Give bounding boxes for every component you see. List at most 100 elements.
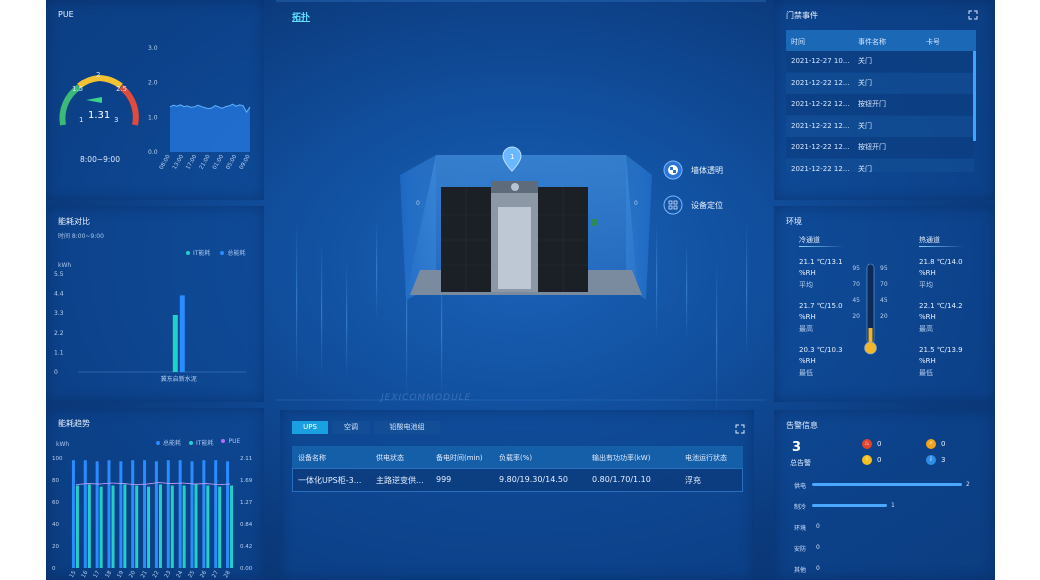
light-ray [656, 220, 658, 340]
y-tick: 1.1 [54, 349, 64, 356]
pue-gauge: 1.5 2 2.5 1 3 1.31 [59, 71, 139, 126]
thermometer: 95 95 70 70 45 45 20 20 [852, 263, 888, 355]
cell-time: 2021-12-22 12... [791, 164, 850, 173]
table-row[interactable]: 2021-12-22 12... 关门 [786, 158, 974, 173]
reading-label: 最低 [919, 369, 933, 377]
fan-icon [511, 183, 519, 191]
x-tick: 冀东启新水泥 [161, 375, 197, 383]
alarm-level-count: 0 [877, 456, 882, 464]
energy-trend-unit: kWh [56, 441, 70, 448]
pue-time-range: 8:00~9:00 [80, 155, 120, 164]
cell-event: 关门 [858, 57, 872, 65]
x-tick: 13:00 [172, 154, 185, 171]
legend-pue: PUE [221, 438, 240, 447]
env-reading: 21.5 ℃/13.9 %RH 最低 [919, 346, 989, 382]
tab-ups[interactable]: UPS [292, 421, 328, 434]
y-tick: 5.5 [54, 271, 64, 278]
alarm-category-label: 其他 [794, 567, 807, 574]
reading-unit: %RH [919, 357, 936, 365]
wall-mark-right: 0 [634, 200, 638, 207]
column-header: 负载率(%) [499, 454, 533, 462]
expand-icon[interactable] [735, 424, 745, 434]
alarm-category-label: 制冷 [794, 504, 807, 511]
location-pin-icon[interactable]: 1 [500, 145, 524, 173]
bar-total [178, 460, 182, 568]
y-tick-right: 1.27 [240, 500, 253, 506]
energy-trend-panel: 能耗趋势 总能耗 IT能耗 PUE kWh 0 20 40 60 80 100 0.00 0.… [46, 408, 264, 580]
bar-it [75, 485, 79, 568]
x-tick: 01:00 [212, 154, 225, 171]
table-row[interactable]: 2021-12-22 12... 关门 [786, 72, 974, 94]
col-time: 时间 [791, 38, 805, 46]
y-tick-left: 40 [52, 522, 59, 528]
light-ray [716, 260, 718, 420]
column-header: 设备名称 [298, 454, 326, 462]
light-ray [321, 240, 323, 380]
reading-label: 最高 [799, 325, 813, 333]
reading-value: 22.1 ℃/14.2 [919, 302, 963, 310]
thermo-tick: 45 [880, 297, 888, 304]
x-tick: 26 [199, 570, 208, 579]
energy-compare-time: 时间 8:00~9:00 [58, 233, 104, 240]
topology-title[interactable]: 拓扑 [292, 10, 310, 23]
expand-icon[interactable] [968, 10, 978, 20]
bolt-icon: ⚡ [926, 439, 936, 449]
tab-aircon[interactable]: 空调 [332, 421, 370, 434]
pue-title: PUE [58, 10, 74, 19]
alarm-category-count: 1 [891, 502, 895, 509]
energy-compare-title: 能耗对比 [58, 217, 90, 226]
legend-it: IT能耗 [189, 438, 213, 447]
bar-it [158, 484, 162, 568]
table-row[interactable]: 一体化UPS柜-3... 主路逆变供... 999 9.80/19.30/14.50 0… [292, 468, 743, 492]
device-tabs: UPS 空调 铅酸电池组 [292, 421, 492, 434]
bar-it [182, 485, 186, 568]
y-tick-right: 0.00 [240, 566, 253, 572]
cell-battery: 浮充 [685, 476, 701, 485]
legend-total: 总能耗 [220, 248, 245, 257]
table-row[interactable]: 2021-12-22 12... 按钮开门 [786, 137, 974, 158]
bar-total [143, 460, 147, 568]
x-tick: 20 [128, 570, 137, 579]
alarm-category-label: 供电 [794, 483, 807, 490]
access-events-panel: 门禁事件 时间 事件名称 卡号 2021-12-27 10... 关门 2021-1… [774, 0, 995, 200]
x-tick: 16 [81, 570, 90, 579]
reading-value: 21.7 ℃/15.0 [799, 302, 843, 310]
bar-it [135, 485, 139, 568]
table-row[interactable]: 2021-12-27 10... 关门 [786, 51, 974, 72]
table-row[interactable]: 2021-12-22 12... 关门 [786, 115, 974, 137]
table-header: 时间 事件名称 卡号 [786, 30, 976, 51]
alarm-total-label: 总告警 [790, 459, 811, 467]
y-tick-left: 0 [52, 566, 56, 572]
cell-status: 主路逆变供... [376, 476, 424, 485]
bar-it [147, 486, 151, 568]
x-tick: 09:00 [239, 154, 252, 171]
hot-aisle-title: 热通道 [919, 236, 940, 244]
device-locate-button[interactable]: 设备定位 [663, 195, 723, 215]
scrollbar[interactable] [973, 51, 976, 141]
wall-transparent-label: 墙体透明 [691, 165, 723, 175]
environment-title: 环境 [786, 217, 802, 226]
bar-total [226, 461, 230, 568]
server-room-3d[interactable]: 0 0 [396, 145, 656, 310]
tab-battery[interactable]: 铅酸电池组 [374, 421, 440, 434]
device-locate-label: 设备定位 [691, 200, 723, 210]
warning-icon: ! [862, 455, 872, 465]
table-row[interactable]: 2021-12-22 12... 按钮开门 [786, 94, 974, 115]
reading-label: 最高 [919, 325, 933, 333]
grid-icon [663, 195, 683, 215]
reading-label: 最低 [799, 369, 813, 377]
cell-backup: 999 [436, 475, 452, 484]
alarm-category-count: 0 [816, 544, 820, 551]
bar-total [190, 461, 194, 568]
pue-trend-chart: 0.0 1.0 2.0 3.0 08:00 13:00 17:00 21:00 01:00 05:… [148, 45, 252, 171]
bar-total [95, 461, 99, 568]
x-tick: 24 [176, 570, 185, 579]
thermo-bulb [864, 341, 877, 355]
reading-unit: %RH [919, 313, 936, 321]
wall-transparent-button[interactable]: 墙体透明 [663, 160, 723, 180]
energy-trend-title: 能耗趋势 [58, 419, 90, 428]
y-tick: 0.0 [148, 149, 158, 156]
alarm-category-label: 环境 [794, 525, 807, 532]
watermark-logo: JEXICOMMODULE [381, 393, 472, 403]
reading-value: 21.1 ℃/13.1 [799, 258, 843, 266]
